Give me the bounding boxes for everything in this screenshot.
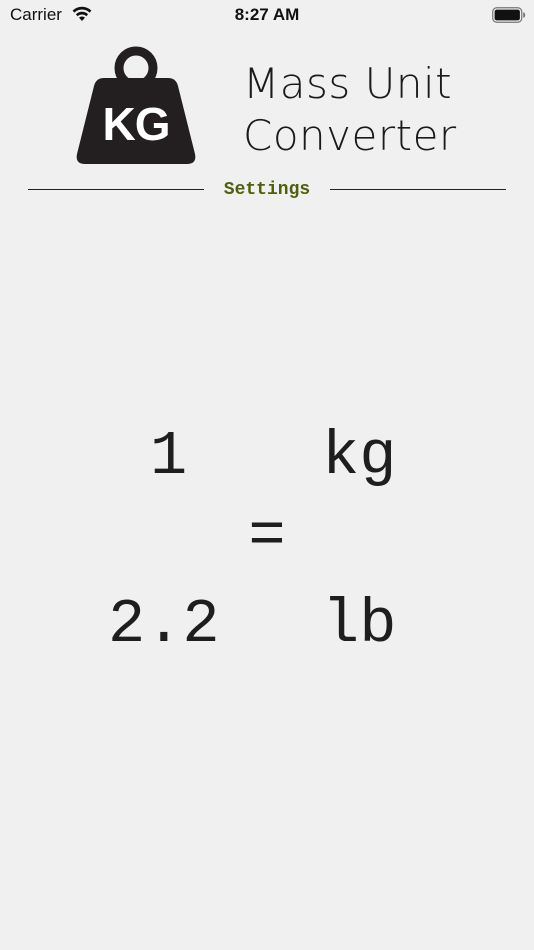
app-title: Mass Unit Converter — [243, 58, 457, 162]
app-title-line-2: Converter — [243, 111, 457, 160]
to-unit[interactable]: lb — [322, 590, 396, 660]
from-unit[interactable]: kg — [322, 422, 396, 492]
from-value[interactable]: 1 — [150, 422, 187, 492]
app-title-line-1: Mass Unit — [243, 59, 453, 108]
status-bar: Carrier 8:27 AM — [0, 0, 534, 30]
kg-weight-icon: KG — [76, 46, 196, 164]
to-value[interactable]: 2.2 — [108, 590, 220, 660]
settings-divider: Settings — [28, 178, 506, 202]
battery-icon — [492, 7, 526, 23]
settings-button[interactable]: Settings — [28, 178, 506, 202]
clock-time: 8:27 AM — [234, 5, 300, 24]
logo-text: KG — [103, 98, 170, 150]
equals-sign: = — [248, 501, 286, 572]
